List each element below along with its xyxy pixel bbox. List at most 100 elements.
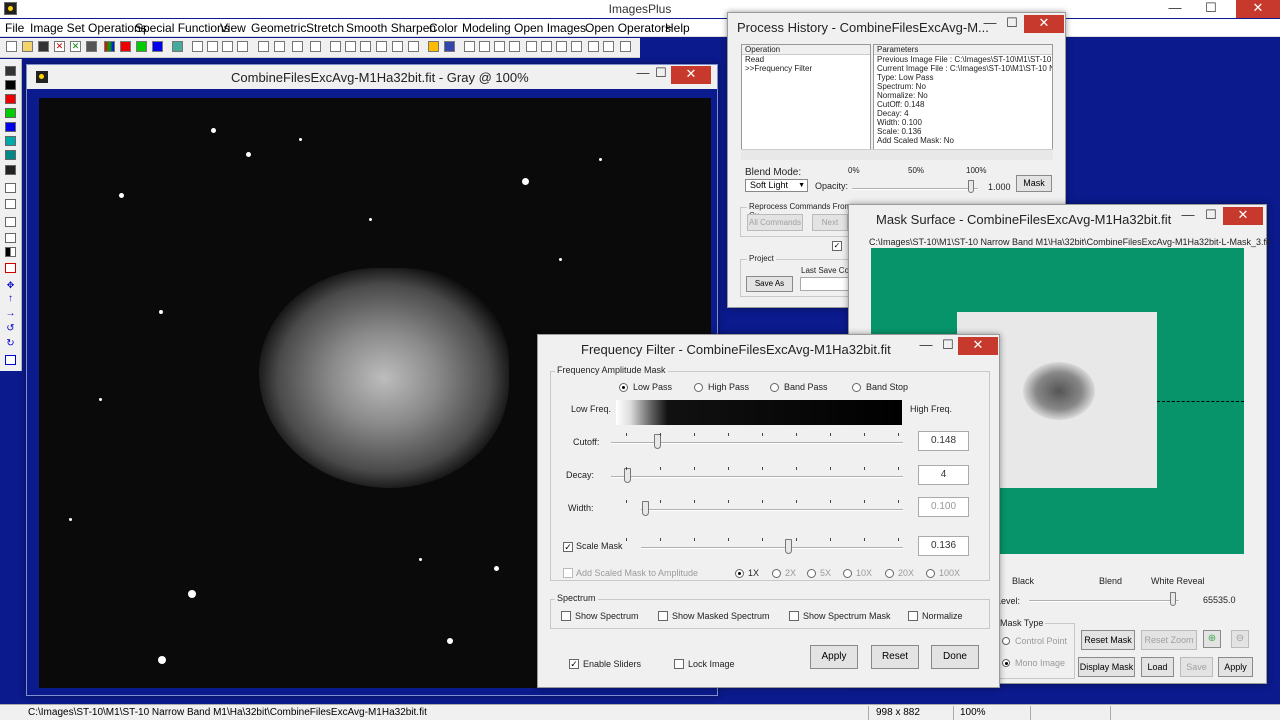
enable-sliders-checkbox[interactable]: ✓ bbox=[569, 659, 579, 669]
decay-slider-thumb[interactable] bbox=[624, 468, 631, 483]
width-value[interactable]: 0.100 bbox=[918, 497, 969, 517]
crosshair-icon[interactable] bbox=[376, 41, 387, 52]
point-red-icon[interactable] bbox=[274, 41, 285, 52]
level-slider-track[interactable] bbox=[1029, 600, 1179, 602]
show-spectrum-mask-checkbox[interactable] bbox=[789, 611, 799, 621]
rgb-channel-icon[interactable] bbox=[104, 41, 115, 52]
gradient-icon[interactable] bbox=[5, 199, 16, 209]
bars-icon[interactable] bbox=[5, 233, 16, 243]
window3-icon[interactable] bbox=[588, 41, 599, 52]
scale-slider-track[interactable] bbox=[641, 547, 903, 549]
blue-channel-icon[interactable] bbox=[5, 122, 16, 132]
plus-icon[interactable] bbox=[360, 41, 371, 52]
load-button[interactable]: Load bbox=[1141, 657, 1174, 677]
operation-list[interactable]: Operation Read >>Frequency Filter bbox=[741, 44, 871, 160]
pencil-icon[interactable] bbox=[428, 41, 439, 52]
mono-image-radio[interactable] bbox=[1002, 659, 1010, 667]
cyan-channel-icon[interactable] bbox=[5, 136, 16, 146]
control-point-radio[interactable] bbox=[1002, 637, 1010, 645]
list-scrollbar[interactable] bbox=[741, 149, 1053, 160]
opacity-slider-thumb[interactable] bbox=[968, 180, 974, 193]
menu-open-operators[interactable]: Open Operators bbox=[585, 21, 671, 35]
low-pass-radio[interactable] bbox=[619, 383, 628, 392]
arrow-right-icon[interactable]: → bbox=[5, 309, 16, 320]
open-icon[interactable] bbox=[22, 41, 33, 52]
teal-channel-icon[interactable] bbox=[5, 150, 16, 160]
menu-file[interactable]: File bbox=[5, 21, 24, 35]
multiplier-20x-radio[interactable] bbox=[885, 569, 894, 578]
frame-icon[interactable] bbox=[5, 217, 16, 227]
copy-icon[interactable] bbox=[5, 183, 16, 193]
save-button[interactable]: Save bbox=[1180, 657, 1213, 677]
done-button[interactable]: Done bbox=[931, 645, 979, 669]
zoom-100-icon[interactable] bbox=[509, 41, 520, 52]
operation-item[interactable]: Read bbox=[742, 55, 870, 64]
levels-icon[interactable] bbox=[310, 41, 321, 52]
maximize-button[interactable]: ☐ bbox=[1196, 0, 1226, 18]
window4-icon[interactable] bbox=[603, 41, 614, 52]
decay-slider-track[interactable] bbox=[611, 476, 903, 478]
save-icon[interactable] bbox=[38, 41, 49, 52]
width-slider-thumb[interactable] bbox=[642, 501, 649, 516]
green-channel-icon[interactable] bbox=[136, 41, 147, 52]
band-stop-radio[interactable] bbox=[852, 383, 861, 392]
ms-maximize-button[interactable]: ☐ bbox=[1197, 207, 1225, 225]
zoom-out-icon[interactable] bbox=[479, 41, 490, 52]
line-icon[interactable] bbox=[345, 41, 356, 52]
window-icon[interactable] bbox=[556, 41, 567, 52]
scale-slider-thumb[interactable] bbox=[785, 539, 792, 554]
mask-apply-button[interactable]: Apply bbox=[1218, 657, 1253, 677]
multiplier-10x-radio[interactable] bbox=[843, 569, 852, 578]
redo-all-icon[interactable] bbox=[237, 41, 248, 52]
menu-smooth-sharpen[interactable]: Smooth Sharpen bbox=[346, 21, 436, 35]
green-channel-icon[interactable] bbox=[5, 108, 16, 118]
add-scaled-mask-checkbox[interactable] bbox=[563, 568, 573, 578]
lock-image-checkbox[interactable] bbox=[674, 659, 684, 669]
show-spectrum-checkbox[interactable] bbox=[561, 611, 571, 621]
redo-icon[interactable] bbox=[207, 41, 218, 52]
minimize-button[interactable]: — bbox=[1160, 0, 1190, 18]
width-slider-track[interactable] bbox=[641, 509, 903, 511]
window5-icon[interactable] bbox=[620, 41, 631, 52]
checkbox[interactable]: ✓ bbox=[832, 241, 842, 251]
undo-icon[interactable] bbox=[192, 41, 203, 52]
scale-mask-checkbox[interactable]: ✓ bbox=[563, 542, 573, 552]
ph-maximize-button[interactable]: ☐ bbox=[998, 15, 1026, 33]
cutoff-value[interactable]: 0.148 bbox=[918, 431, 969, 451]
rotate-right-icon[interactable]: ↻ bbox=[5, 339, 16, 350]
scale-value[interactable]: 0.136 bbox=[918, 536, 969, 556]
cancel-icon[interactable]: ✕ bbox=[70, 41, 81, 52]
black-white-icon[interactable] bbox=[5, 247, 16, 257]
close-file-icon[interactable]: ✕ bbox=[54, 41, 65, 52]
multiplier-2x-radio[interactable] bbox=[772, 569, 781, 578]
gray-channel-icon[interactable] bbox=[86, 41, 97, 52]
normalize-checkbox[interactable] bbox=[908, 611, 918, 621]
select-icon[interactable] bbox=[392, 41, 403, 52]
display-mask-button[interactable]: Display Mask bbox=[1078, 657, 1135, 677]
blue-channel-icon[interactable] bbox=[152, 41, 163, 52]
opacity-slider-track[interactable] bbox=[852, 188, 978, 190]
zoom-fit-icon[interactable] bbox=[494, 41, 505, 52]
image-close-button[interactable]: ✕ bbox=[671, 66, 711, 84]
menu-stretch[interactable]: Stretch bbox=[306, 21, 344, 35]
menu-image-set-operations[interactable]: Image Set Operations bbox=[30, 21, 147, 35]
grid-icon[interactable] bbox=[172, 41, 183, 52]
menu-modeling[interactable]: Modeling bbox=[462, 21, 511, 35]
ms-close-button[interactable]: ✕ bbox=[1223, 207, 1263, 225]
table-icon[interactable] bbox=[444, 41, 455, 52]
undo-all-icon[interactable] bbox=[222, 41, 233, 52]
red-channel-icon[interactable] bbox=[120, 41, 131, 52]
point-icon[interactable] bbox=[258, 41, 269, 52]
menu-view[interactable]: View bbox=[220, 21, 246, 35]
band-pass-radio[interactable] bbox=[770, 383, 779, 392]
save-as-button[interactable]: Save As bbox=[746, 276, 793, 292]
ph-close-button[interactable]: ✕ bbox=[1024, 15, 1064, 33]
multiplier-1x-radio[interactable] bbox=[735, 569, 744, 578]
decay-value[interactable]: 4 bbox=[918, 465, 969, 485]
gray-channel-icon[interactable] bbox=[5, 80, 16, 90]
zoom-in-icon[interactable]: ⊕ bbox=[1203, 630, 1221, 648]
window2-icon[interactable] bbox=[571, 41, 582, 52]
menu-geometric[interactable]: Geometric bbox=[251, 21, 306, 35]
next-command-button[interactable]: Next Com... bbox=[812, 214, 848, 231]
close-button[interactable]: ✕ bbox=[1236, 0, 1280, 18]
